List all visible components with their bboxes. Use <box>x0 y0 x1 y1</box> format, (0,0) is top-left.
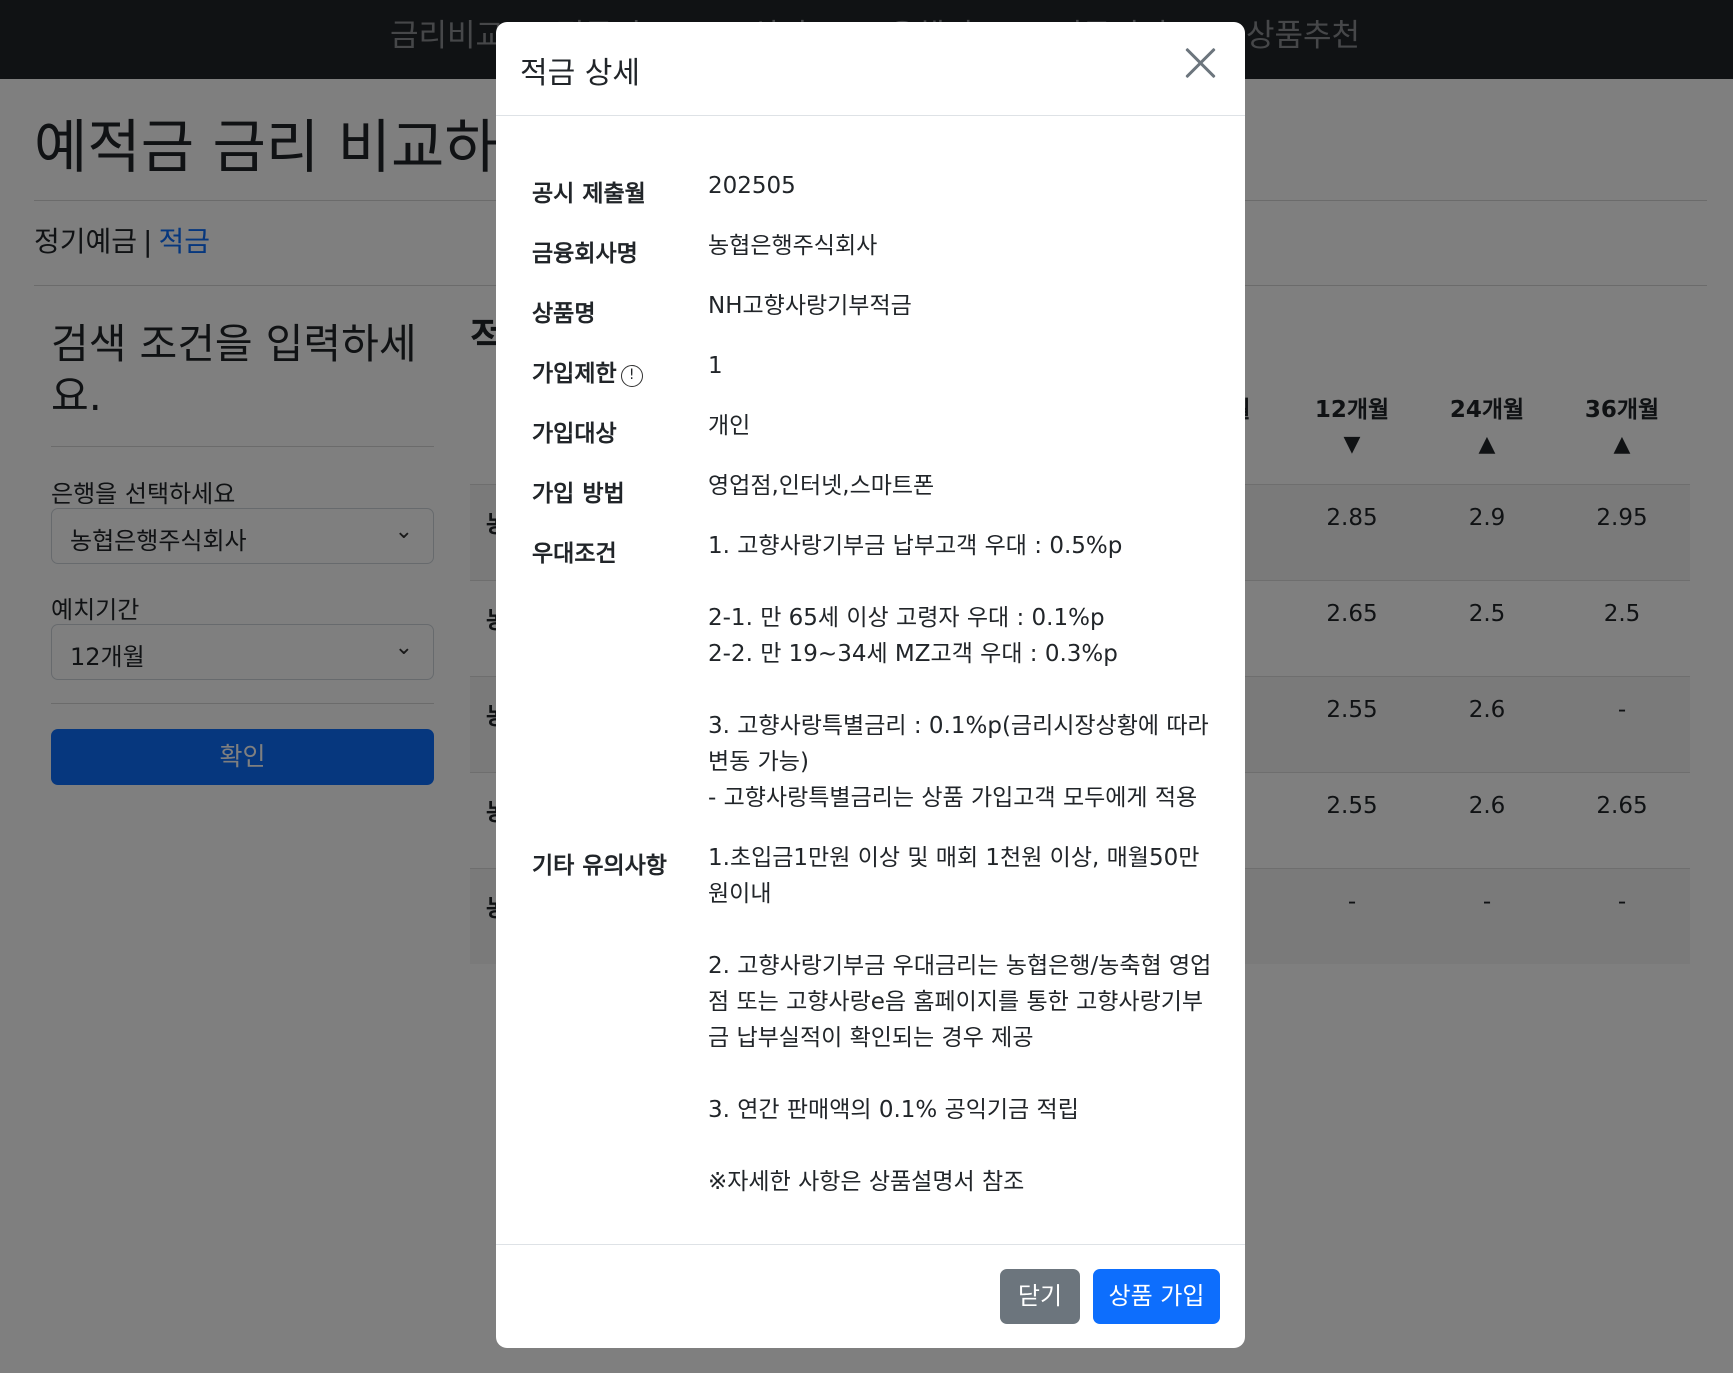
modal-body: 공시 제출월 202505 금융회사명 농협은행주식회사 상품명 NH고향사랑기… <box>496 116 1245 1266</box>
detail-label: 가입대상 <box>532 421 617 447</box>
detail-label: 가입 방법 <box>532 481 625 507</box>
detail-label: 상품명 <box>532 301 596 327</box>
detail-label: 기타 유의사항 <box>532 853 667 879</box>
modal-title: 적금 상세 <box>520 56 640 91</box>
detail-value: 영업점,인터넷,스마트폰 <box>708 473 935 499</box>
detail-value: NH고향사랑기부적금 <box>708 293 912 319</box>
savings-detail-modal: 적금 상세 공시 제출월 202505 금융회사명 농협은행주식회사 상품명 N… <box>496 22 1245 1348</box>
modal-footer: 닫기 상품 가입 <box>496 1244 1245 1348</box>
detail-value: 1.초입금1만원 이상 및 매회 1천원 이상, 매월50만원이내 2. 고향사… <box>708 845 1212 1195</box>
close-icon[interactable] <box>1183 46 1217 80</box>
detail-label: 가입제한! <box>532 354 702 388</box>
info-icon[interactable]: ! <box>620 365 643 387</box>
detail-value: 1 <box>708 353 723 379</box>
close-button[interactable]: 닫기 <box>1000 1269 1080 1324</box>
detail-label: 금융회사명 <box>532 241 638 267</box>
detail-value: 개인 <box>708 413 751 439</box>
modal-header: 적금 상세 <box>496 22 1245 116</box>
detail-value: 농협은행주식회사 <box>708 233 878 259</box>
detail-value: 202505 <box>708 173 796 199</box>
detail-label: 우대조건 <box>532 541 617 567</box>
join-product-button[interactable]: 상품 가입 <box>1093 1269 1220 1324</box>
detail-value: 1. 고향사랑기부금 납부고객 우대 : 0.5%p 2-1. 만 65세 이상… <box>708 533 1209 811</box>
detail-label: 공시 제출월 <box>532 181 646 207</box>
detail-label-text: 가입제한 <box>532 361 617 387</box>
